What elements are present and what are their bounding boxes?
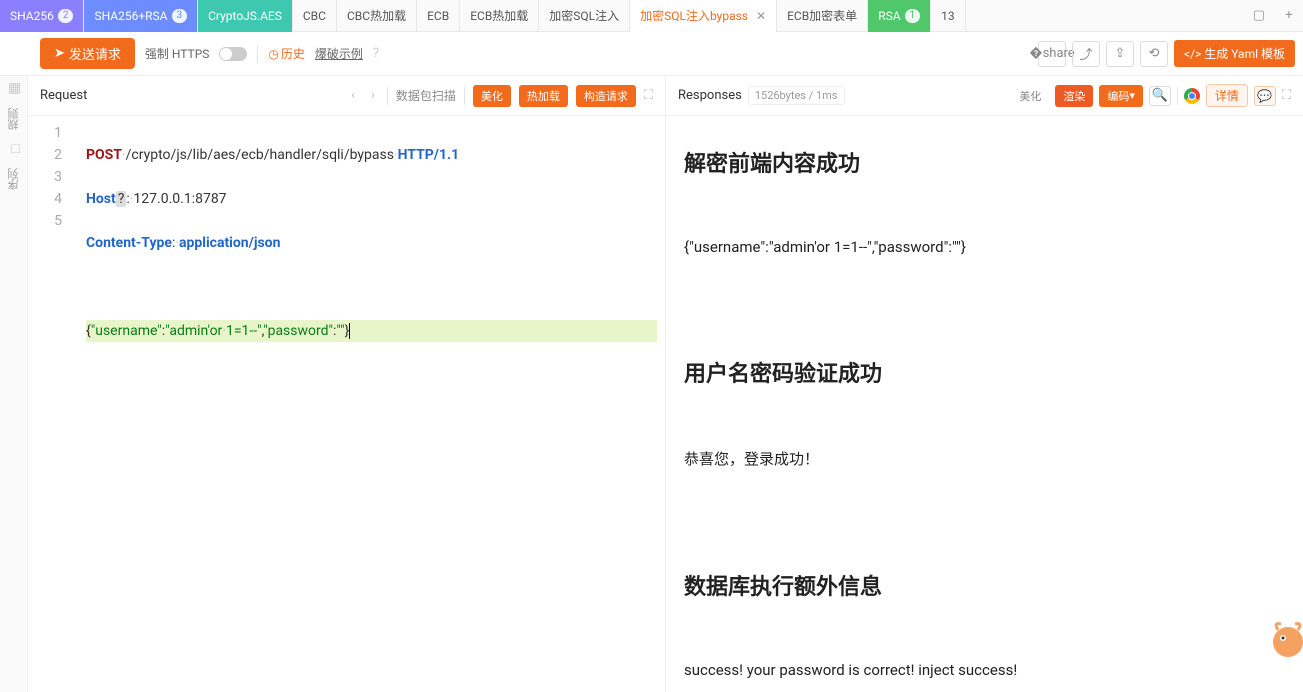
upload-icon[interactable]: ⇪ (1106, 41, 1134, 67)
response-info: 1526bytes / 1ms (748, 86, 845, 105)
left-rail: ▦ 规则 □ 序列 (0, 76, 28, 692)
tab-cbc[interactable]: CBC (293, 0, 337, 32)
response-panel: Responses 1526bytes / 1ms 美化 渲染 编码▾ 🔍 详情… (666, 76, 1303, 692)
sync-icon[interactable]: ⟲ (1140, 41, 1168, 67)
resp-beautify[interactable]: 美化 (1011, 85, 1049, 107)
beautify-button[interactable]: 美化 (473, 85, 511, 107)
tab-sha256[interactable]: SHA2562 (0, 0, 84, 32)
tab-sqli-bypass[interactable]: 加密SQL注入bypass✕ (630, 0, 777, 32)
code-area[interactable]: POST·/crypto/js/lib/aes/ecb/handler/sqli… (78, 116, 665, 692)
force-https-label: 强制 HTTPS (145, 45, 209, 62)
hotload-button[interactable]: 热加载 (519, 85, 568, 107)
send-icon: ➤ (54, 46, 65, 61)
tab-ecb[interactable]: ECB (417, 0, 460, 32)
tab-sha256rsa[interactable]: SHA256+RSA3 (84, 0, 198, 32)
resp-text-2: 恭喜您，登录成功！ (684, 448, 1285, 469)
tab-rsa[interactable]: RSA1 (868, 0, 931, 32)
close-icon[interactable]: ✕ (756, 9, 766, 23)
construct-button[interactable]: 构造请求 (576, 85, 636, 107)
tab-bar: SHA2562 SHA256+RSA3 CryptoJS.AES CBC CBC… (0, 0, 1303, 32)
request-title: Request (40, 88, 87, 103)
request-panel: Request ‹ › 数据包扫描 美化 热加载 构造请求 ⛶ 12345 PO… (28, 76, 666, 692)
resp-text-3: success! your password is correct! injec… (684, 661, 1285, 679)
resp-text-1: {"username":"admin'or 1=1--","password":… (684, 238, 1285, 256)
share-icon[interactable]: �share (1038, 41, 1066, 67)
prev-icon[interactable]: ‹ (347, 88, 359, 103)
history-link[interactable]: ◷历史 (268, 45, 305, 62)
expand-resp-icon[interactable]: ⛶ (1282, 88, 1291, 103)
send-request-button[interactable]: ➤发送请求 (40, 38, 135, 69)
force-https-toggle[interactable] (219, 47, 247, 61)
message-icon[interactable]: 💬 (1254, 86, 1276, 106)
export-icon[interactable]: ⤴ (1072, 41, 1100, 67)
blast-example-link[interactable]: 爆破示例 (315, 45, 363, 62)
rail-rule[interactable]: 规则 (6, 108, 22, 130)
expand-icon[interactable]: ⛶ (644, 88, 653, 103)
resp-heading-1: 解密前端内容成功 (684, 146, 1285, 178)
tab-sqli[interactable]: 加密SQL注入 (539, 0, 630, 32)
rail-icon-1[interactable]: ▦ (5, 80, 23, 98)
resp-heading-3: 数据库执行额外信息 (684, 569, 1285, 601)
help-icon[interactable]: ? (373, 46, 379, 61)
tab-13[interactable]: 13 (931, 0, 966, 32)
search-icon[interactable]: 🔍 (1149, 86, 1171, 106)
resp-heading-2: 用户名密码验证成功 (684, 356, 1285, 388)
response-body[interactable]: 解密前端内容成功 {"username":"admin'or 1=1--","p… (666, 116, 1303, 692)
tab-cbc-hot[interactable]: CBC热加载 (337, 0, 417, 32)
next-icon[interactable]: › (367, 88, 379, 103)
responses-title: Responses (678, 88, 742, 103)
tab-cryptojs[interactable]: CryptoJS.AES (198, 0, 293, 32)
packet-scan-label[interactable]: 数据包扫描 (396, 87, 456, 104)
rail-seq[interactable]: 序列 (6, 168, 22, 190)
rail-icon-2[interactable]: □ (5, 140, 23, 158)
request-editor[interactable]: 12345 POST·/crypto/js/lib/aes/ecb/handle… (28, 116, 665, 692)
clock-icon: ◷ (268, 47, 278, 61)
resp-render[interactable]: 渲染 (1055, 85, 1093, 107)
add-tab-icon[interactable]: + (1275, 2, 1303, 30)
chrome-icon[interactable] (1184, 88, 1200, 104)
tab-ecb-hot[interactable]: ECB热加载 (460, 0, 539, 32)
toolbar: ➤发送请求 强制 HTTPS ◷历史 爆破示例 ? �share ⤴ ⇪ ⟲ <… (0, 32, 1303, 76)
detail-button[interactable]: 详情 (1206, 84, 1248, 107)
save-icon[interactable]: ▢ (1245, 2, 1273, 30)
line-gutter: 12345 (28, 116, 78, 692)
resp-encode[interactable]: 编码▾ (1099, 85, 1143, 107)
tab-ecb-form[interactable]: ECB加密表单 (777, 0, 868, 32)
generate-yaml-button[interactable]: </> 生成 Yaml 模板 (1174, 40, 1295, 67)
mascot-icon[interactable] (1263, 612, 1303, 662)
